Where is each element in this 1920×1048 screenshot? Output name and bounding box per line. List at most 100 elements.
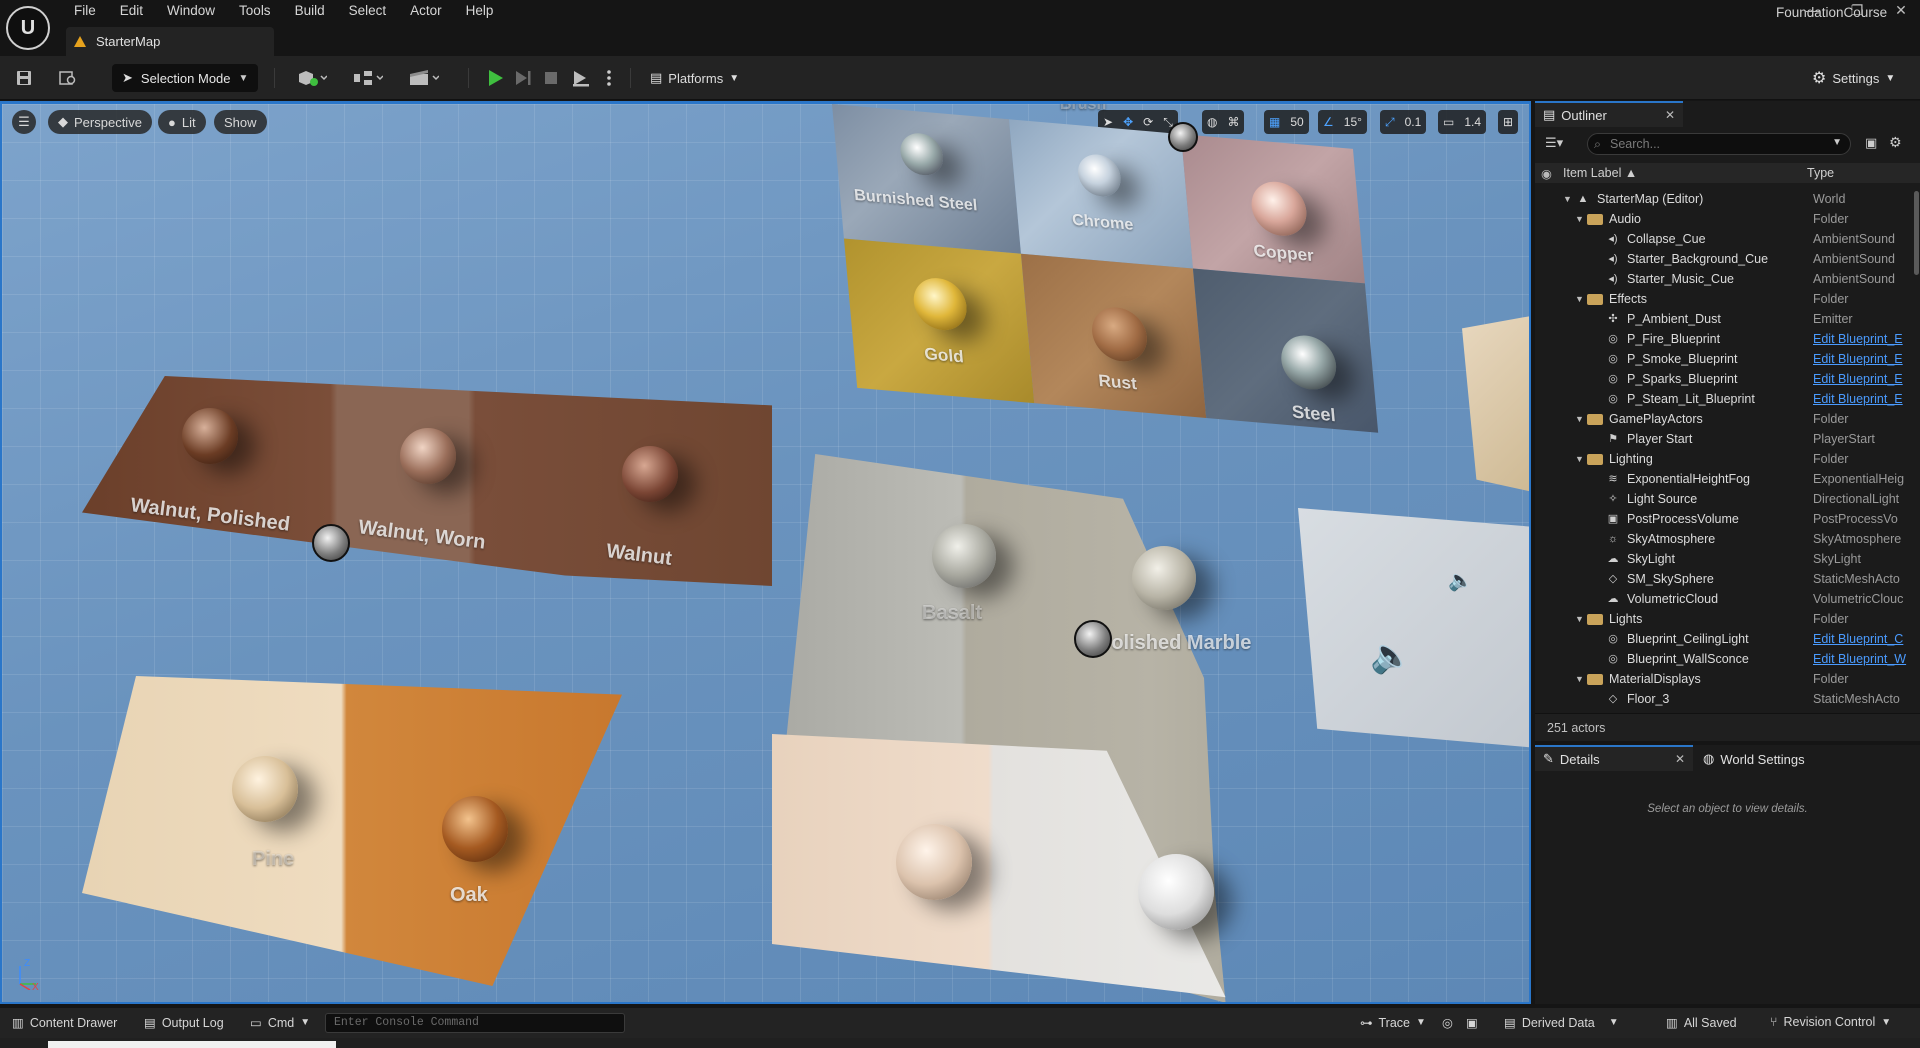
save-icon[interactable] <box>12 66 36 90</box>
add-folder-icon[interactable]: ▣ <box>1865 135 1877 151</box>
menu-edit[interactable]: Edit <box>108 0 155 24</box>
material-tile-rust[interactable]: Rust <box>1020 253 1207 418</box>
cinematics-icon[interactable] <box>404 66 444 90</box>
column-type[interactable]: Type <box>1807 166 1834 180</box>
outliner-row[interactable]: ≋ ExponentialHeightFog ExponentialHeig <box>1535 469 1910 489</box>
material-tile-burnished-steel[interactable]: Burnished Steel <box>832 104 1021 254</box>
trace-dropdown[interactable]: ⊶ Trace ▼ <box>1360 1015 1426 1031</box>
cmd-dropdown[interactable]: ▭ Cmd ▼ <box>250 1015 310 1031</box>
outliner-row[interactable]: ◎ P_Fire_Blueprint Edit Blueprint_E <box>1535 329 1910 349</box>
step-icon[interactable] <box>512 67 534 89</box>
material-tile-chrome[interactable]: Chrome <box>1009 119 1193 269</box>
expand-arrow-icon[interactable]: ▼ <box>1575 674 1587 684</box>
outliner-row[interactable]: ▣ PostProcessVolume PostProcessVo <box>1535 509 1910 529</box>
eject-icon[interactable] <box>570 67 592 89</box>
unreal-logo-icon[interactable]: U <box>6 6 50 50</box>
settings-dropdown[interactable]: ⚙ Settings ▼ <box>1812 66 1895 90</box>
pivot-gizmo[interactable] <box>312 524 350 562</box>
expand-arrow-icon[interactable]: ▼ <box>1575 294 1587 304</box>
outliner-folder-row[interactable]: ▼ Effects Folder <box>1535 289 1910 309</box>
screenshot-icon[interactable]: ▣ <box>1466 1015 1478 1030</box>
expand-arrow-icon[interactable]: ▼ <box>1575 214 1587 224</box>
outliner-row[interactable]: ✣ P_Ambient_Dust Emitter <box>1535 309 1910 329</box>
edit-blueprint-link[interactable]: Edit Blueprint_E <box>1813 392 1910 406</box>
move-tool-icon[interactable]: ✥ <box>1118 115 1138 129</box>
more-icon[interactable] <box>598 67 620 89</box>
outliner-row[interactable]: ◂) Starter_Background_Cue AmbientSound <box>1535 249 1910 269</box>
outliner-row[interactable]: ▼ ▲ StarterMap (Editor) World <box>1535 189 1910 209</box>
rotate-tool-icon[interactable]: ⟳ <box>1138 115 1158 129</box>
outliner-scrollbar[interactable] <box>1914 191 1919 275</box>
scale-snap-control[interactable]: ⤢ 0.1 <box>1380 110 1427 134</box>
outliner-row[interactable]: ☁ SkyLight SkyLight <box>1535 549 1910 569</box>
outliner-folder-row[interactable]: ▼ GamePlayActors Folder <box>1535 409 1910 429</box>
outliner-row[interactable]: ◇ SM_SkySphere StaticMeshActo <box>1535 569 1910 589</box>
menu-select[interactable]: Select <box>337 0 399 24</box>
expand-arrow-icon[interactable]: ▼ <box>1575 614 1587 624</box>
selection-mode-dropdown[interactable]: ➤ Selection Mode ▼ <box>112 64 258 92</box>
outliner-row[interactable]: ◎ P_Sparks_Blueprint Edit Blueprint_E <box>1535 369 1910 389</box>
output-log-button[interactable]: ▤ Output Log <box>144 1015 224 1031</box>
menu-actor[interactable]: Actor <box>398 0 454 24</box>
globe-icon[interactable]: ◍ <box>1202 115 1222 129</box>
outliner-row[interactable]: ◇ Floor_3 StaticMeshActo <box>1535 689 1910 709</box>
outliner-folder-row[interactable]: ▼ Audio Folder <box>1535 209 1910 229</box>
surface-snap-icon[interactable]: ⌘ <box>1222 115 1244 129</box>
restore-icon[interactable]: ❐ <box>1840 2 1874 22</box>
outliner-tab[interactable]: ▤ Outliner ✕ <box>1535 101 1683 127</box>
record-icon[interactable]: ◎ <box>1442 1015 1453 1030</box>
pivot-gizmo[interactable] <box>1168 122 1198 152</box>
outliner-row[interactable]: ◂) Collapse_Cue AmbientSound <box>1535 229 1910 249</box>
outliner-folder-row[interactable]: ▼ Lighting Folder <box>1535 449 1910 469</box>
expand-arrow-icon[interactable]: ▼ <box>1575 414 1587 424</box>
expand-arrow-icon[interactable]: ▼ <box>1575 454 1587 464</box>
revision-control-dropdown[interactable]: ⑂ Revision Control ▼ <box>1770 1015 1891 1029</box>
outliner-folder-row[interactable]: ▼ Lights Folder <box>1535 609 1910 629</box>
level-viewport[interactable]: ☰ ◆ Perspective ● Lit Show ➤ ✥ ⟳ ⤡ ◍ ⌘ ▦… <box>0 101 1531 1004</box>
stop-icon[interactable] <box>540 67 562 89</box>
outliner-search-input[interactable]: ⌕ Search... ▼ <box>1587 133 1851 155</box>
rotation-snap-control[interactable]: ∠ 15° <box>1318 110 1367 134</box>
menu-window[interactable]: Window <box>155 0 227 24</box>
material-tile-copper[interactable]: Copper <box>1180 134 1365 284</box>
edit-blueprint-link[interactable]: Edit Blueprint_E <box>1813 332 1910 346</box>
add-actor-icon[interactable] <box>292 66 332 90</box>
material-tile-steel[interactable]: Steel <box>1192 268 1379 433</box>
expand-arrow-icon[interactable]: ▼ <box>1563 194 1575 204</box>
show-button[interactable]: Show <box>214 110 267 134</box>
outliner-row[interactable]: ⚑ Player Start PlayerStart <box>1535 429 1910 449</box>
menu-file[interactable]: File <box>62 0 108 24</box>
platforms-dropdown[interactable]: ▤ Platforms ▼ <box>650 66 739 90</box>
outliner-row[interactable]: ◎ P_Steam_Lit_Blueprint Edit Blueprint_E <box>1535 389 1910 409</box>
camera-speed-control[interactable]: ▭ 1.4 <box>1438 110 1487 134</box>
close-icon[interactable]: ✕ <box>1675 752 1685 766</box>
minimize-icon[interactable]: — <box>1796 2 1830 22</box>
column-item-label[interactable]: Item Label ▲ <box>1563 166 1637 180</box>
menu-tools[interactable]: Tools <box>227 0 283 24</box>
browse-icon[interactable] <box>56 66 80 90</box>
viewport-layout-icon[interactable]: ⊞ <box>1498 110 1519 134</box>
map-tab[interactable]: StarterMap <box>66 27 274 56</box>
outliner-folder-row[interactable]: ▼ MaterialDisplays Folder <box>1535 669 1910 689</box>
close-window-icon[interactable]: ✕ <box>1884 2 1918 22</box>
blueprint-icon[interactable] <box>348 66 388 90</box>
grid-snap-control[interactable]: ▦ 50 <box>1264 110 1309 134</box>
edit-blueprint-link[interactable]: Edit Blueprint_W <box>1813 652 1910 666</box>
content-drawer-button[interactable]: ▥ Content Drawer <box>12 1015 117 1031</box>
pivot-gizmo[interactable] <box>1074 620 1112 658</box>
edit-blueprint-link[interactable]: Edit Blueprint_E <box>1813 352 1910 366</box>
outliner-row[interactable]: ◎ Blueprint_CeilingLight Edit Blueprint_C <box>1535 629 1910 649</box>
material-tile-gold[interactable]: Gold <box>843 238 1035 404</box>
outliner-row[interactable]: ✧ Light Source DirectionalLight <box>1535 489 1910 509</box>
visibility-icon[interactable]: ◉ <box>1541 166 1552 181</box>
outliner-row[interactable]: ◎ Blueprint_WallSconce Edit Blueprint_W <box>1535 649 1910 669</box>
menu-help[interactable]: Help <box>454 0 506 24</box>
perspective-button[interactable]: ◆ Perspective <box>48 110 152 134</box>
play-icon[interactable] <box>484 67 506 89</box>
close-icon[interactable]: ✕ <box>1665 108 1675 122</box>
menu-build[interactable]: Build <box>283 0 337 24</box>
taskbar-window[interactable] <box>48 1041 336 1048</box>
lit-button[interactable]: ● Lit <box>158 110 206 134</box>
outliner-settings-icon[interactable]: ⚙ <box>1889 134 1902 151</box>
edit-blueprint-link[interactable]: Edit Blueprint_E <box>1813 372 1910 386</box>
